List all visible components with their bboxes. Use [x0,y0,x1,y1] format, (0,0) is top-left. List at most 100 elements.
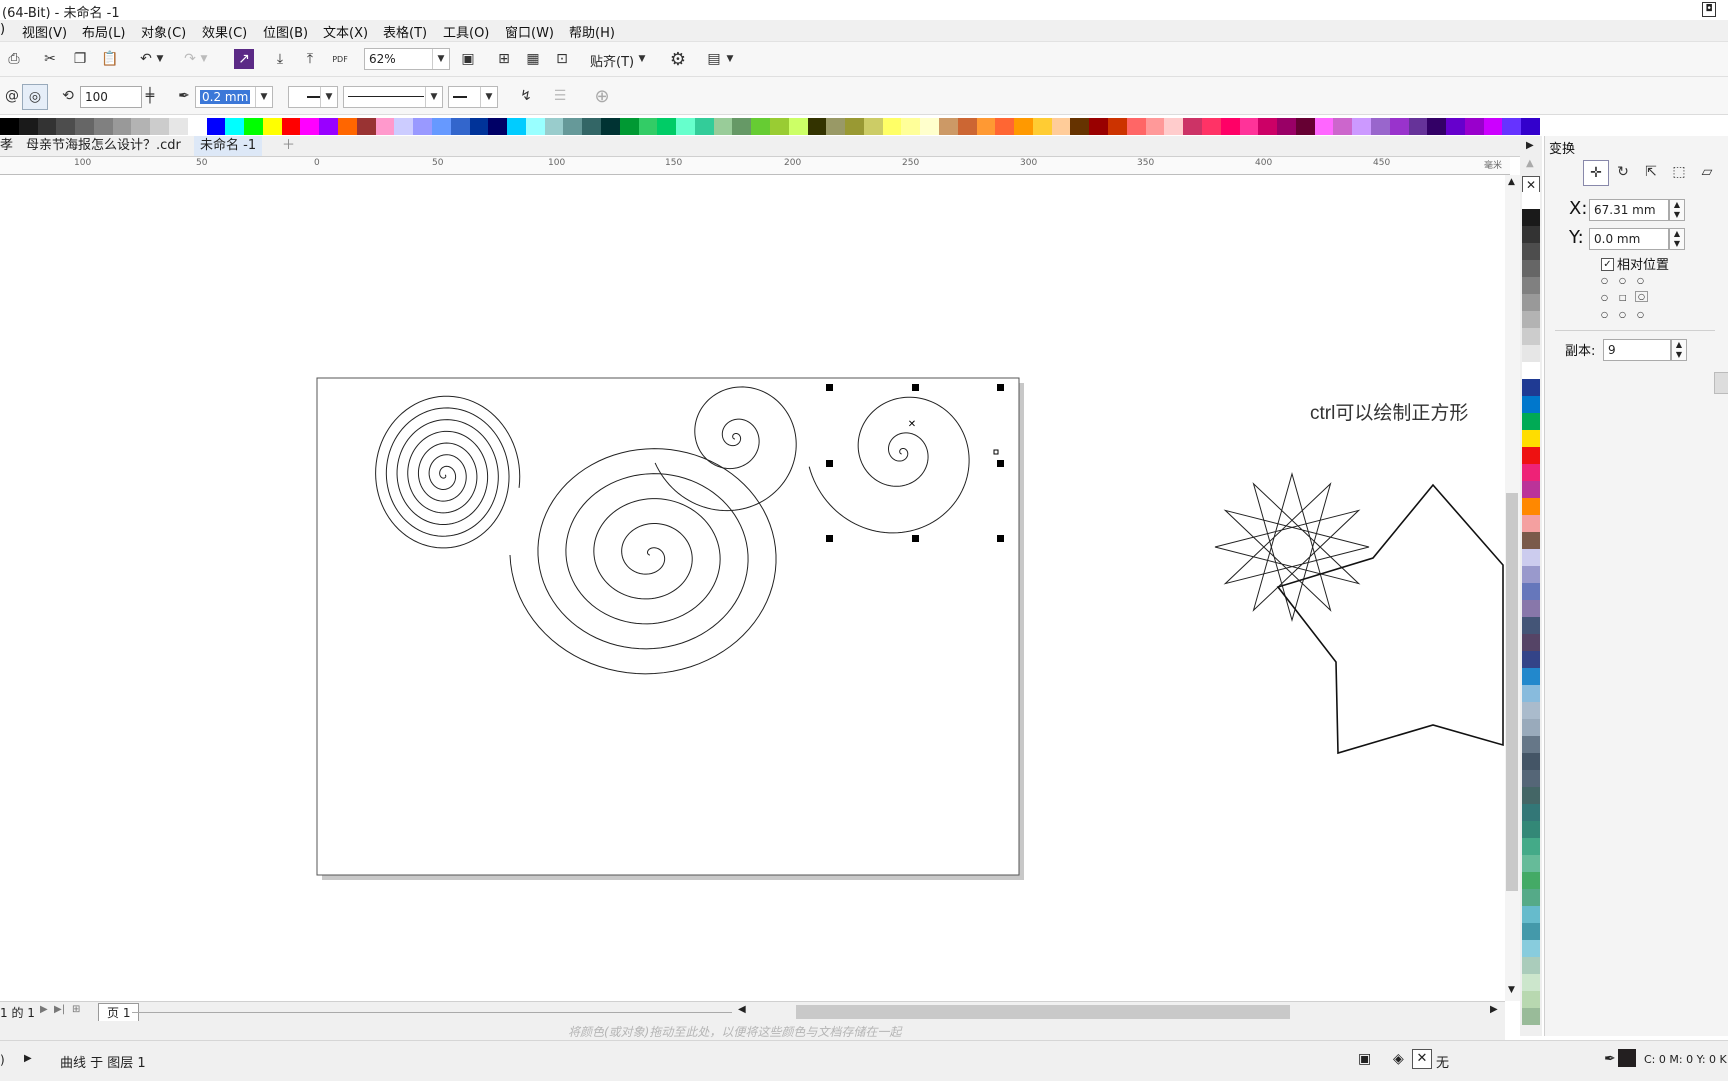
horizontal-scroll-thumb[interactable] [796,1005,1290,1019]
complex-star[interactable] [1214,472,1370,622]
vertical-palette-swatch[interactable] [1522,685,1540,702]
handle-bottom-right[interactable] [997,535,1004,542]
vertical-palette-swatch[interactable] [1522,413,1540,430]
palette-swatch[interactable] [563,118,583,135]
vertical-palette-swatch[interactable] [1522,617,1540,634]
vertical-palette-swatch[interactable] [1522,209,1540,226]
palette-swatch[interactable] [600,118,621,135]
vertical-palette-swatch[interactable] [1522,770,1540,787]
palette-swatch[interactable] [525,118,546,135]
vertical-palette-swatch[interactable] [1522,889,1540,906]
cut-icon[interactable]: ✂ [38,47,62,71]
palette-swatch[interactable] [826,118,846,135]
outline-width-combo[interactable]: 0.2 mm ▼ [195,86,273,108]
search-content-icon[interactable]: ↗ [234,49,254,69]
palette-swatch[interactable] [732,118,752,135]
palette-swatch[interactable] [1277,118,1297,135]
vertical-palette-swatch[interactable] [1522,872,1540,889]
tab-untitled-1[interactable]: 未命名 -1 [194,136,263,156]
palette-swatch[interactable] [450,118,470,135]
palette-swatch[interactable] [150,118,170,135]
vertical-palette-swatch[interactable] [1522,345,1540,362]
vertical-color-palette[interactable] [1522,192,1540,1025]
anchor-point-icon[interactable]: ○ [1619,310,1626,319]
anchor-point-icon[interactable]: ○ [1637,310,1644,319]
palette-swatch[interactable] [319,118,339,135]
handle-bottom-left[interactable] [826,535,833,542]
palette-swatch[interactable] [300,118,320,135]
vertical-palette-swatch[interactable] [1522,838,1540,855]
vertical-palette-swatch[interactable] [1522,753,1540,770]
palette-swatch[interactable] [1070,118,1090,135]
vertical-palette-swatch[interactable] [1522,991,1540,1008]
vertical-palette-swatch[interactable] [1522,957,1540,974]
chevron-down-icon[interactable]: ▼ [255,87,272,107]
vertical-palette-swatch[interactable] [1522,634,1540,651]
redo-dropdown-icon[interactable]: ▼ [198,47,210,71]
full-screen-icon[interactable]: ▣ [456,47,480,71]
menu-window[interactable]: 窗口(W) [505,22,554,41]
palette-swatch[interactable] [1108,118,1128,135]
palette-swatch[interactable] [37,118,57,135]
zoom-level-combo[interactable]: 62% ▼ [364,48,450,70]
menu-object[interactable]: 对象(C) [141,22,186,41]
copies-spinner-icon[interactable]: ▲ ▼ [1671,339,1687,361]
palette-swatch[interactable] [751,118,771,135]
handle-bottom-center[interactable] [912,535,919,542]
color-proof-icon[interactable]: ▣ [1358,1051,1371,1067]
vertical-palette-swatch[interactable] [1522,362,1540,379]
vertical-palette-swatch[interactable] [1522,328,1540,345]
tab-partial[interactable]: 孝 [0,136,19,156]
menu-tools[interactable]: 工具(O) [443,22,489,41]
vertical-palette-swatch[interactable] [1522,549,1540,566]
vertical-palette-swatch[interactable] [1522,668,1540,685]
vertical-palette-swatch[interactable] [1522,940,1540,957]
menu-layout[interactable]: 布局(L) [82,22,125,41]
vertical-palette-swatch[interactable] [1522,855,1540,872]
add-page-icon[interactable]: ⊞ [72,1004,80,1015]
palette-swatch[interactable] [1483,118,1503,135]
vertical-scrollbar[interactable]: ▲ ▼ [1505,175,1520,1001]
anchor-point-selected-icon[interactable]: ○ [1635,291,1648,302]
y-position-input[interactable]: 0.0 mm [1589,228,1669,250]
palette-swatch[interactable] [976,118,996,135]
handle-middle-left[interactable] [826,460,833,467]
palette-swatch[interactable] [1126,118,1147,135]
canvas-svg[interactable]: ✕ ctrl可以绘制正方形 [0,175,1505,1001]
vertical-palette-swatch[interactable] [1522,566,1540,583]
status-expand-icon[interactable]: ▶ [24,1053,32,1064]
end-node-icon[interactable] [993,449,999,455]
expansion-slider-icon[interactable]: ╪ [142,84,158,108]
palette-swatch[interactable] [281,118,301,135]
show-guidelines-icon[interactable]: ⊡ [550,47,574,71]
vertical-palette-swatch[interactable] [1522,1008,1540,1025]
vertical-palette-swatch[interactable] [1522,736,1540,753]
palette-swatch[interactable] [75,118,95,135]
copy-icon[interactable]: ❐ [68,47,92,71]
palette-swatch[interactable] [638,118,658,135]
options-gear-icon[interactable]: ⚙ [666,47,690,71]
palette-swatch[interactable] [544,118,564,135]
vertical-palette-swatch[interactable] [1522,719,1540,736]
vertical-palette-swatch[interactable] [1522,906,1540,923]
copies-input[interactable]: 9 [1603,339,1671,361]
palette-swatch[interactable] [112,118,132,135]
line-style-combo[interactable]: ▼ [343,86,443,108]
palette-swatch[interactable] [1220,118,1240,135]
handle-top-right[interactable] [997,384,1004,391]
anchor-point-icon[interactable]: ○ [1601,310,1608,319]
palette-swatch[interactable] [488,118,508,135]
large-star[interactable] [1276,483,1504,755]
vertical-palette-swatch[interactable] [1522,192,1540,209]
anchor-point-icon[interactable]: ○ [1601,276,1608,285]
canvas-annotation[interactable]: ctrl可以绘制正方形 [1310,402,1468,424]
menu-text[interactable]: 文本(X) [323,22,368,41]
new-tab-plus-icon[interactable]: ＋ [276,136,301,156]
outline-pen-icon[interactable]: ✒ [1604,1051,1616,1067]
convert-to-curves-icon[interactable]: ↯ [514,84,538,108]
palette-swatch[interactable] [1183,118,1203,135]
palette-swatch[interactable] [939,118,959,135]
vertical-palette-swatch[interactable] [1522,515,1540,532]
scroll-down-icon[interactable]: ▼ [1508,985,1515,995]
start-arrowhead-combo[interactable]: ▼ [288,86,338,108]
